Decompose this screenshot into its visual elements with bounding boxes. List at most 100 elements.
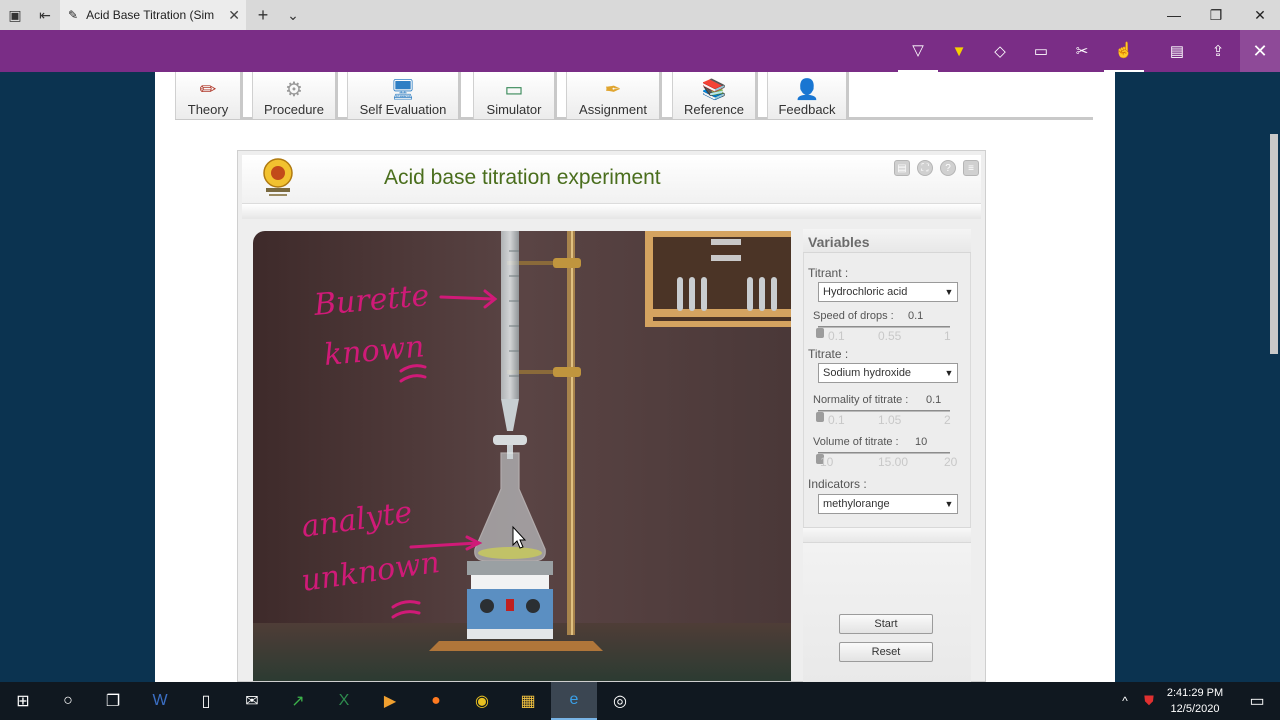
system-clock[interactable]: 2:41:29 PM 12/5/2020 — [1160, 685, 1230, 717]
excel-icon[interactable]: X — [321, 682, 367, 720]
chrome-icon[interactable]: ◉ — [459, 682, 505, 720]
speed-label: Speed of drops : — [813, 310, 894, 322]
comment-icon[interactable]: ▭ — [1021, 30, 1061, 72]
save-icon[interactable]: ▤ — [1157, 30, 1197, 72]
normality-tick-min: 0.1 — [828, 413, 845, 427]
stocks-app-icon[interactable]: ↗ — [275, 682, 321, 720]
university-logo — [263, 158, 293, 196]
firefox-icon[interactable]: ● — [413, 682, 459, 720]
tab-label: Feedback — [778, 102, 836, 117]
menu-icon[interactable]: ≡ — [963, 160, 979, 176]
search-icon[interactable]: ○ — [45, 682, 91, 720]
tab-label: Simulator — [486, 102, 542, 117]
titrant-select[interactable]: Hydrochloric acid ▼ — [818, 282, 958, 302]
edge-icon[interactable]: e — [551, 682, 597, 720]
windows-start-icon[interactable]: ⊞ — [0, 682, 46, 720]
computer-icon: ▭ — [504, 78, 524, 101]
tab-feedback[interactable]: 👤 Feedback — [767, 72, 849, 119]
obs-icon[interactable]: ◎ — [597, 682, 643, 720]
gears-icon: ⚙ — [285, 78, 303, 101]
speed-tick-min: 0.1 — [828, 329, 845, 343]
tab-menu-icon[interactable]: ⌄ — [278, 0, 308, 30]
tab-self-evaluation[interactable]: 🖥 Self Evaluation — [347, 72, 461, 119]
security-tray-icon[interactable]: ⛊ — [1136, 682, 1162, 720]
file-icon[interactable]: ▯ — [183, 682, 229, 720]
volume-value: 10 — [915, 436, 928, 448]
clock-time: 2:41:29 PM — [1166, 687, 1224, 699]
volume-tick-mid: 15.00 — [878, 455, 909, 469]
simulator-title: Acid base titration experiment — [384, 166, 661, 189]
person-icon: 👤 — [794, 78, 820, 101]
show-hidden-icons-icon[interactable]: ^ — [1112, 682, 1138, 720]
pencil-icon: ✏ — [199, 78, 217, 101]
chevron-down-icon: ▼ — [944, 287, 954, 297]
speed-value: 0.1 — [908, 310, 924, 322]
media-player-icon[interactable]: ▶ — [367, 682, 413, 720]
task-view-icon[interactable]: ❐ — [90, 682, 136, 720]
browser-tab[interactable]: ✎ Acid Base Titration (Sim ✕ — [60, 0, 246, 30]
fullscreen-icon[interactable]: ⛶ — [917, 160, 933, 176]
normality-tick-mid: 1.05 — [878, 413, 902, 427]
tab-label: Procedure — [264, 102, 324, 117]
indicators-value: methylorange — [823, 498, 890, 510]
reset-button[interactable]: Reset — [839, 642, 933, 662]
chevron-down-icon: ▼ — [944, 499, 954, 509]
window-close-icon[interactable]: ✕ — [1238, 0, 1280, 30]
titrant-label: Titrant : — [808, 266, 849, 280]
share-icon[interactable]: ⇪ — [1198, 30, 1238, 72]
lab-scene: Burette known analyte unknown — [253, 231, 791, 681]
speed-tick-mid: 0.55 — [878, 329, 902, 343]
tab-assignment[interactable]: ✒ Assignment — [566, 72, 662, 119]
speed-tick-max: 1 — [944, 329, 951, 343]
chevron-down-icon: ▼ — [944, 368, 954, 378]
tab-label: Reference — [684, 102, 744, 117]
word-icon[interactable]: W — [137, 682, 183, 720]
tab-label: Theory — [187, 102, 229, 117]
print-icon[interactable]: ▤ — [894, 160, 910, 176]
speed-slider-handle[interactable] — [816, 328, 824, 338]
variables-divider — [803, 527, 971, 543]
quill-icon: ✒ — [604, 78, 622, 101]
volume-tick-min: 10 — [820, 455, 834, 469]
normality-label: Normality of titrate : — [813, 394, 909, 406]
titrate-select[interactable]: Sodium hydroxide ▼ — [818, 363, 958, 383]
tab-actions-icon[interactable]: ▣ — [0, 0, 30, 30]
start-button[interactable]: Start — [839, 614, 933, 634]
tab-simulator[interactable]: ▭ Simulator — [473, 72, 557, 119]
help-icon[interactable]: ? — [940, 160, 956, 176]
tab-procedure[interactable]: ⚙ Procedure — [252, 72, 338, 119]
tab-label: Assignment — [579, 102, 647, 117]
set-tabs-aside-icon[interactable]: ⇤ — [30, 0, 60, 30]
new-tab-button[interactable]: + — [248, 0, 278, 30]
touch-writing-icon[interactable]: ☝ — [1104, 30, 1144, 72]
clip-icon[interactable]: ✂ — [1062, 30, 1102, 72]
notifications-icon[interactable]: ▭ — [1234, 682, 1280, 720]
indicators-select[interactable]: methylorange ▼ — [818, 494, 958, 514]
minimize-icon[interactable]: — — [1152, 0, 1196, 30]
exit-inking-icon[interactable]: ✕ — [1240, 30, 1280, 72]
eraser-icon[interactable]: ◇ — [980, 30, 1020, 72]
restore-icon[interactable]: ❐ — [1194, 0, 1238, 30]
mail-icon[interactable]: ✉ — [229, 682, 275, 720]
variables-title: Variables — [808, 234, 870, 250]
normality-slider[interactable] — [818, 410, 950, 412]
normality-value: 0.1 — [926, 394, 942, 406]
ballpoint-pen-icon[interactable]: ▽ — [898, 30, 938, 72]
tab-title: Acid Base Titration (Sim — [86, 8, 215, 22]
file-explorer-icon[interactable]: ▦ — [505, 682, 551, 720]
tab-label: Self Evaluation — [359, 102, 447, 117]
tab-reference[interactable]: 📚 Reference — [672, 72, 758, 119]
tab-close-icon[interactable]: ✕ — [228, 7, 240, 24]
highlighter-icon[interactable]: ▼ — [939, 30, 979, 72]
ink-pen-icon: ✎ — [68, 8, 79, 22]
monitor-icon: 🖥 — [390, 78, 416, 101]
scrollbar-thumb[interactable] — [1270, 134, 1278, 354]
titrate-value: Sodium hydroxide — [823, 367, 912, 379]
speed-slider[interactable] — [818, 326, 950, 328]
tab-theory[interactable]: ✏ Theory — [175, 72, 243, 119]
volume-slider[interactable] — [818, 452, 950, 454]
page-scrollbar[interactable] — [1268, 72, 1280, 682]
volume-label: Volume of titrate : — [813, 436, 899, 448]
simulator-subbar — [242, 203, 981, 219]
normality-slider-handle[interactable] — [816, 412, 824, 422]
